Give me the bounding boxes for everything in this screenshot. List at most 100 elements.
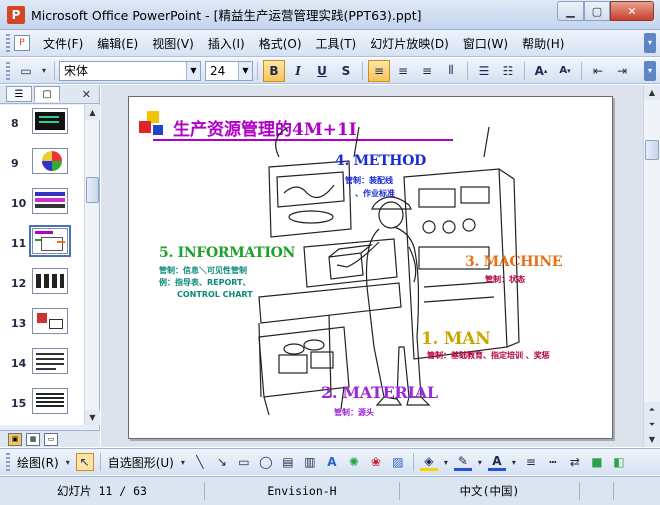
clipart-icon[interactable]: ❀	[367, 453, 385, 471]
toolbar-grip[interactable]	[6, 34, 10, 52]
scroll-thumb[interactable]	[86, 177, 99, 203]
man-label[interactable]: 1. MAN	[421, 329, 491, 349]
previous-slide-icon[interactable]: ⏶	[644, 402, 660, 417]
outline-tab[interactable]: ☰	[6, 86, 32, 102]
slide-thumbnail[interactable]: 14	[0, 345, 84, 385]
chevron-down-icon[interactable]: ▼	[238, 61, 252, 80]
chevron-down-icon[interactable]: ▾	[64, 453, 72, 471]
increase-indent-icon[interactable]: ⇥	[611, 60, 633, 82]
slide-thumbnail[interactable]: 10	[0, 185, 84, 225]
textbox-icon[interactable]: ▤	[279, 453, 297, 471]
chevron-down-icon[interactable]: ▾	[476, 453, 484, 471]
toolbar-grip[interactable]	[6, 453, 10, 471]
line-color-icon[interactable]: ✎	[453, 453, 472, 471]
new-slide-icon[interactable]: ▭	[15, 60, 37, 82]
italic-button[interactable]: I	[287, 60, 309, 82]
toolbar-options-icon[interactable]: ▾	[644, 61, 656, 81]
chevron-down-icon[interactable]: ▾	[442, 453, 450, 471]
menu-insert[interactable]: 插入(I)	[201, 35, 252, 52]
dash-style-icon[interactable]: ┅	[544, 453, 562, 471]
normal-view-icon[interactable]: ▣	[8, 432, 22, 446]
slide-thumbnail-image[interactable]	[32, 388, 68, 414]
align-right-icon[interactable]: ≡	[416, 60, 438, 82]
menu-file[interactable]: 文件(F)	[36, 35, 90, 52]
3d-style-icon[interactable]: ◧	[610, 453, 628, 471]
document-icon[interactable]: P	[14, 35, 30, 51]
arrow-style-icon[interactable]: ⇄	[566, 453, 584, 471]
diagram-icon[interactable]: ✺	[345, 453, 363, 471]
menu-tools[interactable]: 工具(T)	[309, 35, 364, 52]
slideshow-view-icon[interactable]: ▭	[44, 432, 58, 446]
vertical-textbox-icon[interactable]: ▥	[301, 453, 319, 471]
font-name-select[interactable]: 宋体 ▼	[59, 60, 201, 81]
slide-thumbnail[interactable]: 9	[0, 145, 84, 185]
chevron-down-icon[interactable]: ▾	[179, 453, 187, 471]
slide-thumbnail-image[interactable]	[32, 348, 68, 374]
slide-thumbnail[interactable]: 8	[0, 105, 84, 145]
select-pointer-icon[interactable]: ↖	[75, 453, 94, 471]
shadow-style-icon[interactable]: ■	[588, 453, 606, 471]
decrease-font-icon[interactable]: A ▾	[554, 60, 576, 82]
editor-vertical-scrollbar[interactable]: ▲ ⏶ ⏷ ▼	[643, 85, 660, 447]
scroll-thumb[interactable]	[645, 140, 659, 160]
slide-thumbnail[interactable]: 13	[0, 305, 84, 345]
toolbar-grip[interactable]	[6, 61, 10, 80]
menu-edit[interactable]: 编辑(E)	[90, 35, 145, 52]
arrow-icon[interactable]: ↘	[213, 453, 231, 471]
font-size-select[interactable]: 24 ▼	[205, 60, 253, 81]
machine-label[interactable]: 3. MACHINE	[465, 254, 563, 270]
close-icon[interactable]: ✕	[82, 88, 91, 101]
bullets-icon[interactable]: ☷	[497, 60, 519, 82]
wordart-icon[interactable]: A	[323, 453, 341, 471]
oval-icon[interactable]: ◯	[257, 453, 275, 471]
slides-tab[interactable]: ▢	[34, 86, 60, 102]
picture-icon[interactable]: ▨	[389, 453, 407, 471]
chevron-down-icon[interactable]: ▼	[186, 61, 200, 80]
thumbnail-scrollbar[interactable]: ▲ ▼	[84, 105, 100, 425]
scroll-up-icon[interactable]: ▲	[644, 85, 660, 100]
font-color-icon[interactable]: A	[487, 453, 506, 471]
close-button[interactable]: ✕	[610, 1, 654, 21]
menu-slideshow[interactable]: 幻灯片放映(D)	[363, 35, 456, 52]
maximize-button[interactable]: ▢	[584, 1, 610, 21]
distribute-icon[interactable]: ⦀	[440, 60, 462, 82]
slide-thumbnail[interactable]: 12	[0, 265, 84, 305]
align-left-icon[interactable]: ≡	[368, 59, 390, 82]
underline-button[interactable]: U	[311, 60, 333, 82]
line-icon[interactable]: ╲	[191, 453, 209, 471]
slide-thumbnail[interactable]: 11	[0, 225, 84, 265]
autoshapes-button[interactable]: 自选图形(U)	[105, 454, 177, 471]
menu-help[interactable]: 帮助(H)	[515, 35, 571, 52]
next-slide-icon[interactable]: ⏷	[644, 417, 660, 432]
menu-view[interactable]: 视图(V)	[145, 35, 201, 52]
fill-color-icon[interactable]: ◈	[419, 453, 438, 471]
slide-thumbnail-image[interactable]	[32, 268, 68, 294]
increase-font-icon[interactable]: A ▴	[530, 60, 552, 82]
menu-format[interactable]: 格式(O)	[252, 35, 309, 52]
method-label[interactable]: 4. METHOD	[335, 153, 426, 169]
scroll-up-icon[interactable]: ▲	[85, 105, 100, 120]
slide-thumbnail[interactable]: 15	[0, 385, 84, 425]
menu-window[interactable]: 窗口(W)	[456, 35, 515, 52]
decrease-indent-icon[interactable]: ⇤	[587, 60, 609, 82]
scroll-down-icon[interactable]: ▼	[644, 432, 660, 447]
slide-thumbnail-image[interactable]	[29, 225, 71, 257]
scroll-down-icon[interactable]: ▼	[85, 410, 100, 425]
numbering-icon[interactable]: ☰	[473, 60, 495, 82]
slide-sorter-icon[interactable]: ▦	[26, 432, 40, 446]
powerpoint-icon[interactable]: P	[7, 5, 25, 24]
information-label[interactable]: 5. INFORMATION	[159, 245, 295, 261]
minimize-button[interactable]: ▁	[557, 1, 584, 21]
slide-thumbnail-image[interactable]	[32, 148, 68, 174]
bold-button[interactable]: B	[263, 59, 285, 82]
toolbar-options-icon[interactable]: ▾	[644, 33, 656, 53]
slide-thumbnail-image[interactable]	[32, 108, 68, 134]
material-label[interactable]: 2. MATERIAL	[321, 383, 438, 402]
current-slide[interactable]: 生产资源管理的4M+1I 4. METHOD 管制：装配线 、作业标准 3. M…	[128, 96, 613, 439]
toolbar-options-icon[interactable]: ▾	[39, 60, 49, 82]
slide-thumbnail-image[interactable]	[32, 308, 68, 334]
chevron-down-icon[interactable]: ▾	[510, 453, 518, 471]
draw-menu-button[interactable]: 绘图(R)	[14, 454, 62, 471]
rectangle-icon[interactable]: ▭	[235, 453, 253, 471]
shadow-button[interactable]: S	[335, 60, 357, 82]
